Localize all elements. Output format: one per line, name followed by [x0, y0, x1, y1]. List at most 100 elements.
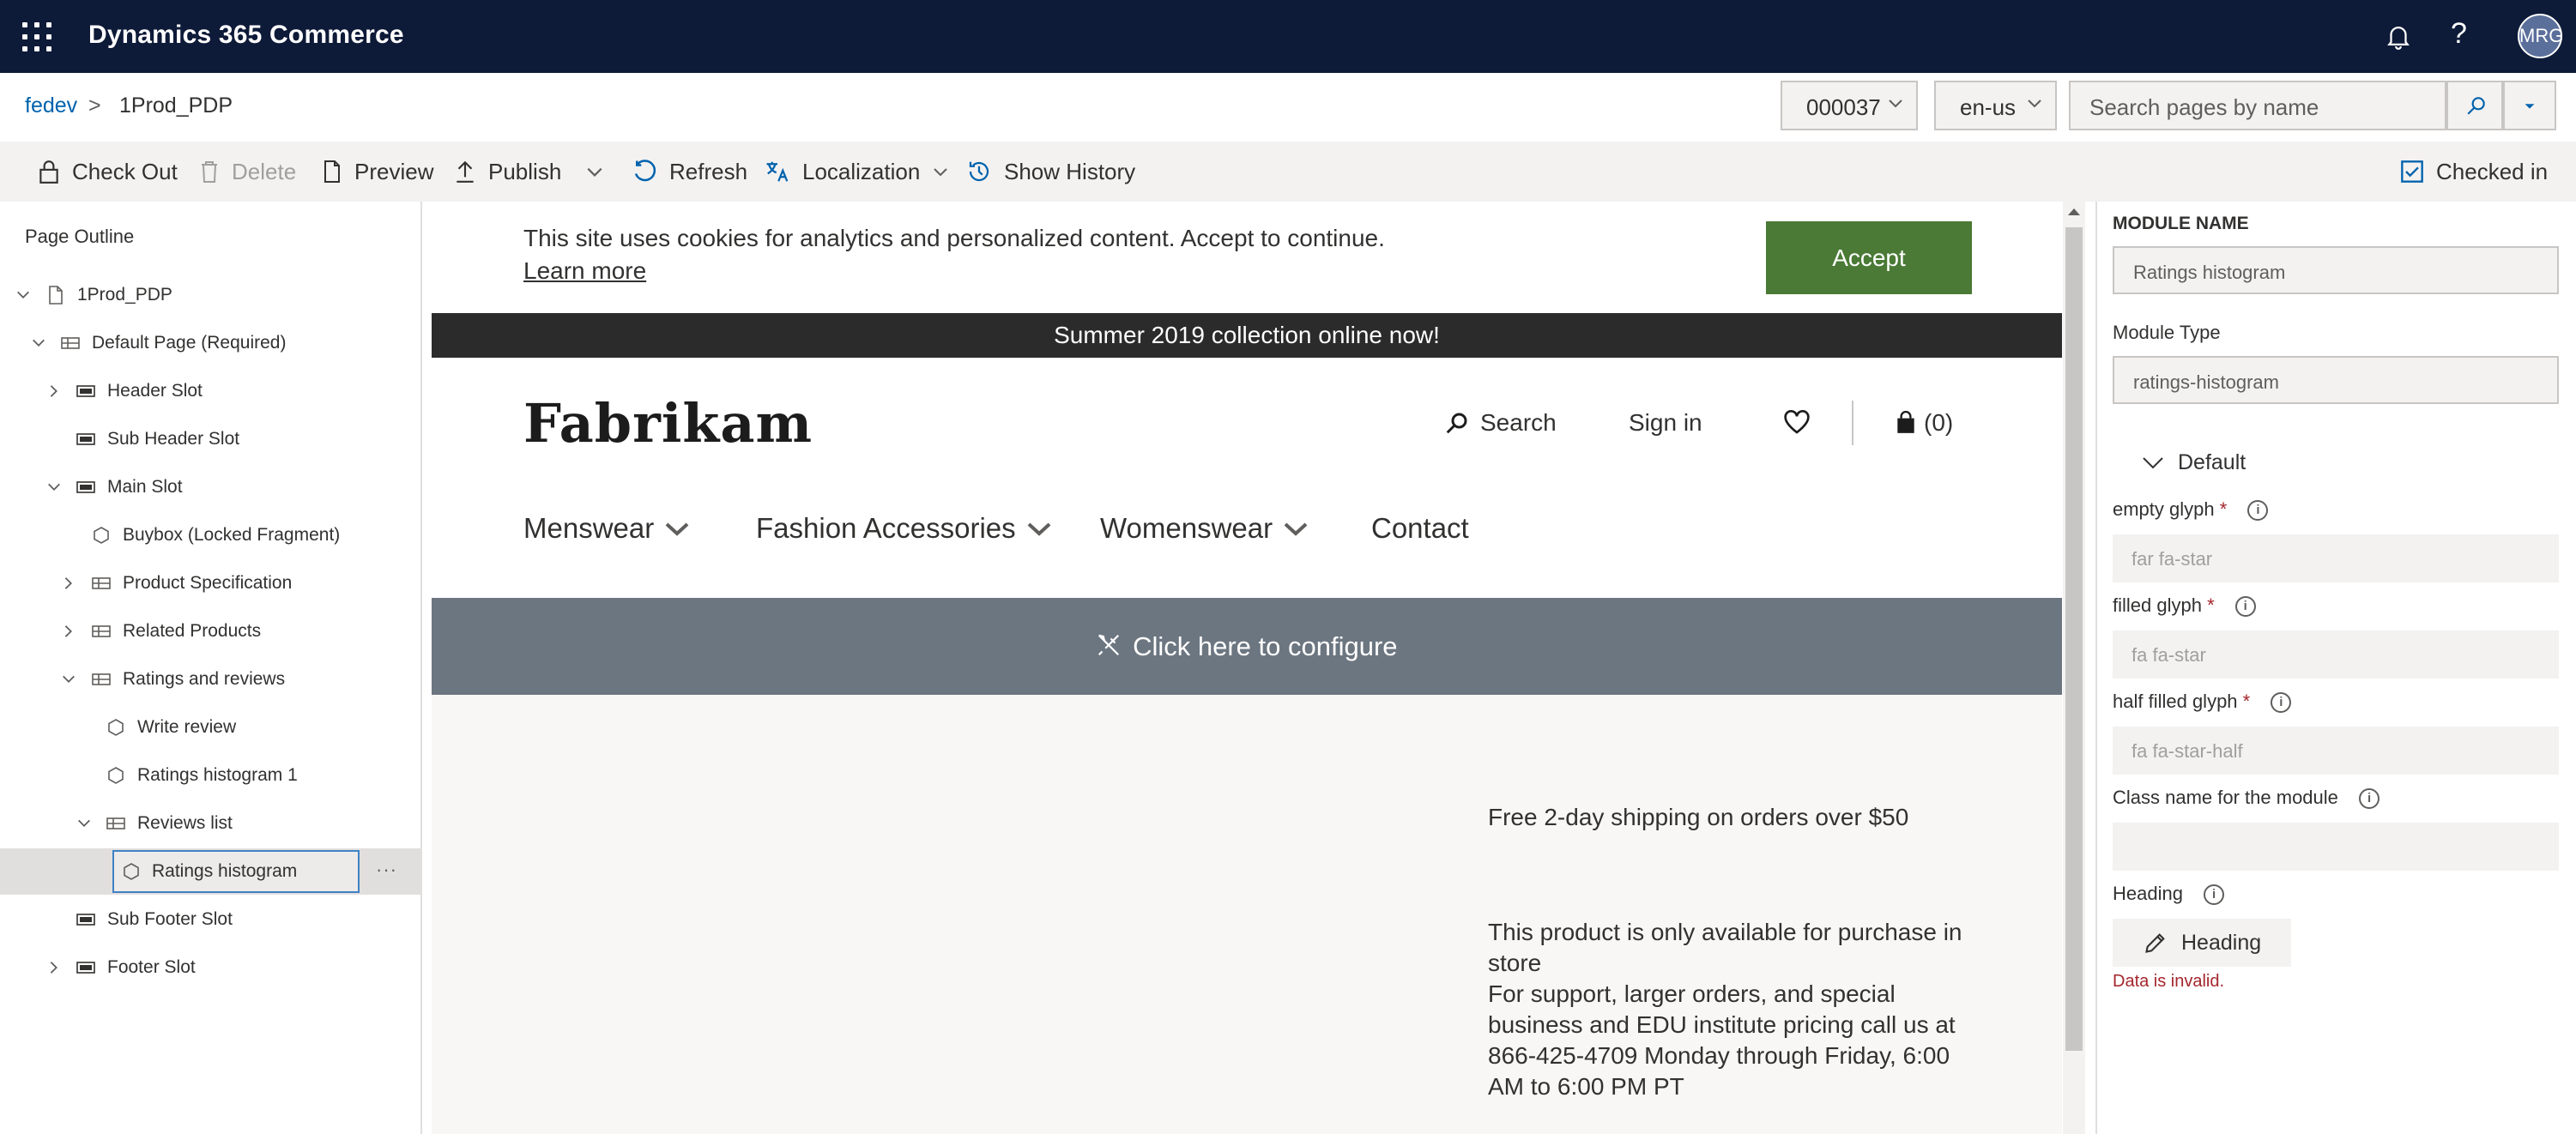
nav-menswear[interactable]: Menswear: [523, 512, 690, 545]
required-marker: *: [2207, 594, 2215, 616]
search-input[interactable]: Search pages by name: [2069, 81, 2446, 130]
outline-item-ratings-and-reviews[interactable]: Ratings and reviews: [0, 656, 420, 703]
notifications-icon[interactable]: [2384, 21, 2413, 51]
sign-in-link[interactable]: Sign in: [1629, 409, 1702, 437]
top-bar: Dynamics 365 Commerce ? MRG: [0, 0, 2576, 73]
nav-contact[interactable]: Contact: [1371, 512, 1469, 545]
outline-item-ratings-histogram-1[interactable]: Ratings histogram 1: [0, 752, 420, 799]
outline-item-write-review[interactable]: Write review: [0, 704, 420, 751]
checked-in-status: Checked in: [2400, 157, 2548, 186]
module-name-field[interactable]: Ratings histogram: [2113, 246, 2559, 294]
more-options-button[interactable]: ···: [376, 859, 397, 881]
site-search-label: Search: [1480, 409, 1557, 436]
site-logo[interactable]: Fabrikam: [523, 392, 813, 455]
outline-item-reviews-list[interactable]: Reviews list: [0, 800, 420, 847]
slot-icon: [76, 962, 95, 974]
show-history-button[interactable]: Show History: [966, 157, 1135, 186]
checkbox-checked-icon: [2401, 160, 2423, 183]
half-glyph-label: half filled glyph * i: [2113, 691, 2292, 714]
half-glyph-field[interactable]: fa fa-star-half: [2113, 727, 2559, 775]
heading-edit-button[interactable]: Heading: [2113, 919, 2291, 967]
outline-item-default-page[interactable]: Default Page (Required): [0, 320, 420, 366]
info-icon[interactable]: i: [2234, 596, 2256, 618]
pencil-icon: [2145, 933, 2165, 953]
outline-item-label: Ratings histogram 1: [137, 765, 298, 785]
default-section-label: Default: [2178, 450, 2246, 474]
outline-item-page-root[interactable]: 1Prod_PDP: [0, 272, 420, 318]
command-bar: Check Out Delete Preview Publish Refresh…: [0, 142, 2576, 202]
outline-item-ratings-histogram-selected[interactable]: Ratings histogram ···: [0, 848, 420, 895]
heading-label-text: Heading: [2113, 883, 2183, 904]
site-search-button[interactable]: Search: [1444, 409, 1557, 437]
avatar[interactable]: MRG: [2518, 14, 2563, 58]
localization-label: Localization: [802, 158, 921, 184]
learn-more-link[interactable]: Learn more: [523, 257, 646, 284]
chevron-down-icon: [33, 339, 45, 347]
locale-dropdown[interactable]: en-us: [1934, 81, 2057, 130]
required-marker: *: [2219, 498, 2228, 520]
refresh-button[interactable]: Refresh: [632, 157, 747, 186]
chevron-down-icon: [587, 167, 602, 177]
outline-item-footer-slot[interactable]: Footer Slot: [0, 944, 420, 991]
localization-button[interactable]: Localization: [765, 157, 949, 186]
accept-button[interactable]: Accept: [1766, 221, 1972, 294]
outline-item-sub-header-slot[interactable]: Sub Header Slot: [0, 416, 420, 462]
outline-item-product-specification[interactable]: Product Specification: [0, 560, 420, 606]
outline-item-related-products[interactable]: Related Products: [0, 608, 420, 654]
chevron-down-icon: [665, 522, 689, 536]
breadcrumb-site-link[interactable]: fedev: [25, 93, 77, 118]
empty-glyph-label-text: empty glyph: [2113, 498, 2215, 520]
default-section-toggle[interactable]: Default: [2142, 450, 2246, 475]
show-history-label: Show History: [1004, 158, 1136, 184]
outline-item-main-slot[interactable]: Main Slot: [0, 464, 420, 510]
publish-button[interactable]: Publish: [454, 157, 561, 186]
nav-fashion-accessories[interactable]: Fashion Accessories: [756, 512, 1052, 545]
search-options-dropdown[interactable]: [2503, 81, 2556, 130]
outline-item-header-slot[interactable]: Header Slot: [0, 368, 420, 414]
page-preview-canvas: This site uses cookies for analytics and…: [432, 202, 2062, 1134]
app-launcher-icon[interactable]: [22, 22, 51, 51]
document-icon: [324, 160, 340, 183]
check-out-button[interactable]: Check Out: [38, 157, 178, 186]
help-icon[interactable]: ?: [2451, 17, 2467, 51]
slot-icon: [76, 385, 95, 397]
class-name-field[interactable]: [2113, 823, 2559, 871]
configure-label: Click here to configure: [1133, 631, 1398, 661]
configure-placeholder[interactable]: Click here to configure: [432, 598, 2062, 695]
wishlist-button[interactable]: [1783, 409, 1811, 435]
delete-button[interactable]: Delete: [199, 157, 296, 186]
outline-item-buybox[interactable]: Buybox (Locked Fragment): [0, 512, 420, 558]
app-title: Dynamics 365 Commerce: [88, 21, 404, 49]
nav-menswear-label: Menswear: [523, 512, 655, 544]
page-outline-title: Page Outline: [25, 226, 135, 247]
cart-button[interactable]: (0): [1895, 409, 1953, 437]
search-button[interactable]: [2446, 81, 2503, 130]
chevron-down-icon: [17, 291, 29, 299]
filled-glyph-field[interactable]: fa fa-star: [2113, 630, 2559, 679]
empty-glyph-label: empty glyph * i: [2113, 498, 2269, 522]
info-icon[interactable]: i: [2247, 500, 2269, 522]
preview-button[interactable]: Preview: [322, 157, 433, 186]
channel-value: 000037: [1806, 94, 1881, 120]
empty-glyph-field[interactable]: far fa-star: [2113, 534, 2559, 582]
outline-item-label: Footer Slot: [107, 957, 196, 977]
class-name-label-text: Class name for the module: [2113, 787, 2338, 808]
outline-item-label: Buybox (Locked Fragment): [123, 525, 341, 545]
required-marker: *: [2242, 691, 2251, 712]
cart-count: (0): [1924, 409, 1954, 436]
module-icon: [124, 863, 139, 880]
publish-options-dropdown[interactable]: [585, 157, 616, 186]
scroll-up-icon[interactable]: [2068, 208, 2080, 215]
outline-item-sub-footer-slot[interactable]: Sub Footer Slot: [0, 896, 420, 943]
chevron-right-icon: [50, 385, 57, 397]
info-icon[interactable]: i: [2359, 788, 2380, 810]
scrollbar-thumb[interactable]: [2065, 227, 2083, 1051]
support-text: For support, larger orders, and special …: [1488, 980, 1956, 1100]
nav-womenswear[interactable]: Womenswear: [1100, 512, 1309, 545]
channel-dropdown[interactable]: 000037: [1781, 81, 1918, 130]
chevron-down-icon: [78, 819, 90, 827]
canvas-scrollbar[interactable]: [2063, 202, 2085, 1134]
refresh-label: Refresh: [669, 158, 748, 184]
info-icon[interactable]: i: [2204, 884, 2225, 906]
info-icon[interactable]: i: [2271, 692, 2292, 714]
